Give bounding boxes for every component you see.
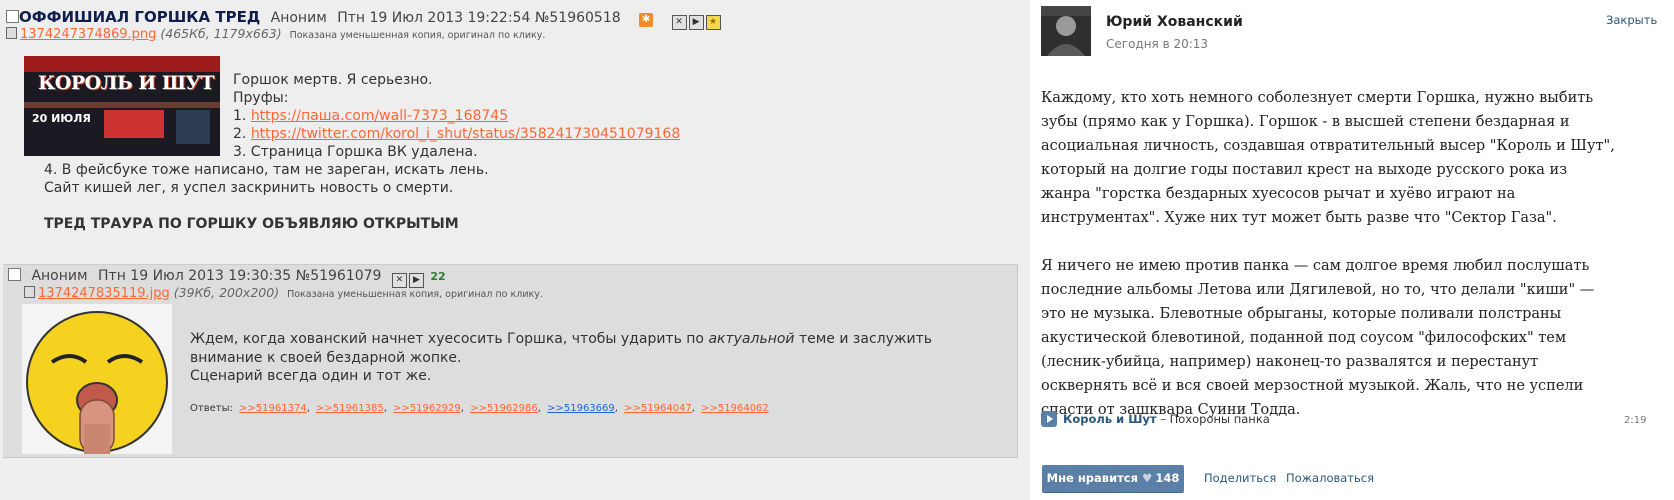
answer-link[interactable]: >>51961385 — [316, 403, 384, 414]
vk-paragraph: Каждому, кто хоть немного соболезнует см… — [1041, 90, 1615, 226]
answers-label: Ответы: — [190, 403, 233, 414]
op-author: Аноним — [270, 10, 327, 26]
op-proof-link-2[interactable]: https://twitter.com/korol_i_shut/status/… — [251, 126, 680, 142]
thumb-logo-text: КОРОЛЬ И ШУТ — [38, 72, 214, 94]
op-file-note: Показана уменьшенная копия, оригинал по … — [289, 30, 546, 41]
vk-post-text: Каждому, кто хоть немного соболезнует см… — [1041, 86, 1621, 446]
op-text-line: Пруфы: — [233, 90, 289, 106]
op-file-info: 1374247374869.png (465Кб, 1179x663) Пока… — [6, 26, 545, 42]
reply-answers: Ответы: >>51961374, >>51961385, >>519629… — [190, 403, 769, 414]
heart-icon: ♥ — [1142, 471, 1153, 485]
op-proof-2: 2. https://twitter.com/korol_i_shut/stat… — [233, 126, 681, 142]
audio-separator: – — [1156, 412, 1170, 426]
op-proof-link-1[interactable]: https://пaшa.com/wall-7373_168745 — [251, 108, 508, 124]
op-file-link[interactable]: 1374247374869.png — [20, 27, 156, 42]
op-post-number[interactable]: №51960518 — [535, 10, 621, 26]
audio-artist[interactable]: Король и Шут — [1063, 412, 1157, 426]
answer-link[interactable]: >>51961374 — [239, 403, 307, 414]
op-text-line: Горшок мертв. Я серьезно. — [233, 72, 433, 88]
audio-title[interactable]: Похороны панка — [1170, 412, 1270, 426]
reply-file-note: Показана уменьшенная копия, оригинал по … — [287, 289, 543, 300]
vk-author-name[interactable]: Юрий Хованский — [1106, 14, 1243, 30]
thumb-date-text: 20 ИЮЛЯ — [32, 112, 91, 125]
op-file-meta: (465Кб, 1179x663) — [160, 26, 282, 41]
report-link[interactable]: Пожаловаться — [1286, 471, 1374, 485]
vk-audio-attachment: Король и Шут – Похороны панка — [1041, 411, 1270, 427]
reply-datetime: Птн 19 Июл 2013 19:30:35 — [98, 268, 292, 284]
rss-icon[interactable]: ✱ — [639, 13, 654, 27]
op-text-line: 3. Страница Горшка ВК удалена. — [233, 144, 478, 160]
hide-icon[interactable]: ✕ — [671, 15, 687, 30]
op-datetime: Птн 19 Июл 2013 19:22:54 — [337, 10, 531, 26]
answer-link[interactable]: >>51964062 — [701, 403, 769, 414]
op-post-buttons: ✕ ▶ ★ — [671, 12, 723, 30]
op-title: ОФФИШИАЛ ГОРШКА ТРЕД — [19, 8, 261, 26]
op-proof-1: 1. https://пaшa.com/wall-7373_168745 — [233, 108, 509, 124]
avatar[interactable] — [1041, 6, 1091, 56]
answer-link[interactable]: >>51963669 — [547, 403, 615, 414]
reply-author: Аноним — [31, 268, 88, 284]
like-count: 148 — [1155, 471, 1180, 485]
reply-icon[interactable]: ▶ — [688, 15, 704, 30]
reply-select-checkbox[interactable] — [8, 268, 21, 281]
op-text-line: 4. В фейсбуке тоже написано, там не заре… — [44, 162, 489, 178]
reply-count-badge: 22 — [430, 270, 446, 283]
favorite-icon[interactable]: ★ — [705, 15, 721, 30]
reply-thumbnail-image[interactable] — [22, 304, 172, 454]
answer-link[interactable]: >>51964047 — [624, 403, 692, 414]
reply-post-number[interactable]: №51961079 — [296, 268, 382, 284]
reply-file-meta: (39Кб, 200x200) — [173, 285, 280, 300]
vk-paragraph: Я ничего не имею против панка — сам долг… — [1041, 258, 1595, 418]
vk-post-time[interactable]: Сегодня в 20:13 — [1106, 37, 1208, 51]
op-thumbnail-image[interactable]: КОРОЛЬ И ШУТ 20 ИЮЛЯ — [24, 56, 220, 156]
play-icon[interactable] — [1041, 411, 1057, 427]
answer-link[interactable]: >>51962986 — [470, 403, 538, 414]
reply-file-link[interactable]: 1374247835119.jpg — [38, 286, 170, 301]
op-bold-announcement: ТРЕД ТРАУРА ПО ГОРШКУ ОБЪЯВЛЯЮ ОТКРЫТЫМ — [44, 216, 459, 232]
share-link[interactable]: Поделиться — [1204, 471, 1276, 485]
reply-text-line: Сценарий всегда один и тот же. — [190, 368, 432, 384]
answer-link[interactable]: >>51962929 — [393, 403, 461, 414]
close-button[interactable]: Закрыть — [1606, 13, 1657, 27]
op-text-line: Сайт кишей лег, я успел заскринить новос… — [44, 180, 454, 196]
meme-face-icon — [22, 304, 172, 454]
reply-file-info: 1374247835119.jpg (39Кб, 200x200) Показа… — [24, 285, 543, 301]
audio-duration: 2:19 — [1624, 415, 1647, 426]
save-icon[interactable] — [24, 286, 35, 298]
op-select-checkbox[interactable] — [6, 10, 19, 23]
save-icon[interactable] — [6, 27, 17, 39]
user-photo-icon — [1041, 6, 1091, 56]
like-button[interactable]: Мне нравится ♥ 148 — [1042, 465, 1184, 493]
reply-text-main: Ждем, когда хованский начнет хуесосить Г… — [190, 331, 932, 366]
like-label: Мне нравится — [1046, 471, 1138, 485]
